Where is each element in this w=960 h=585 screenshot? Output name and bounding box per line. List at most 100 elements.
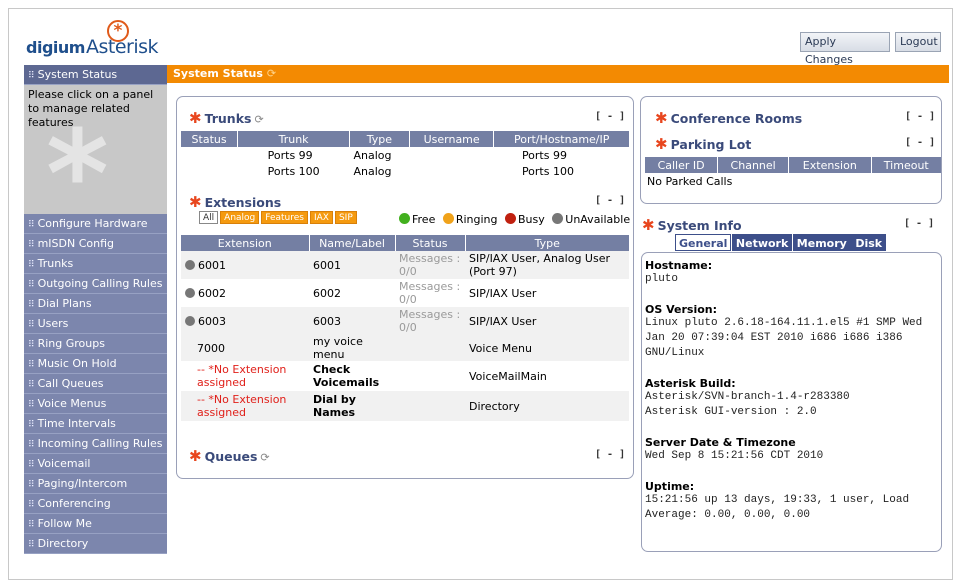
table-row: -- *No Extension assigned Check Voicemail…	[181, 361, 629, 391]
refresh-icon[interactable]: ⟳	[267, 67, 276, 80]
column-header: Extension	[181, 235, 310, 251]
sidebar-item-misdn-config[interactable]: ⠿ mISDN Config	[24, 234, 167, 254]
column-header: Type	[349, 131, 410, 147]
table-row: Ports 100 Analog Ports 100	[181, 163, 629, 179]
column-header: Port/Hostname/IP	[493, 131, 629, 147]
status-cell: Messages : 0/0	[399, 280, 461, 306]
extension-cell: 6003	[181, 307, 309, 335]
column-header: Type	[465, 235, 629, 251]
type-cell: VoiceMailMain	[469, 369, 547, 383]
filter-features[interactable]: Features	[261, 211, 308, 224]
table-cell	[409, 147, 494, 163]
filter-sip[interactable]: SIP	[334, 211, 357, 224]
type-cell: Directory	[465, 391, 629, 421]
table-row: 6001 6001 Messages : 0/0 SIP/IAX User, Anal…	[181, 251, 629, 279]
filter-analog[interactable]: Analog	[220, 211, 260, 224]
name-cell: Dial by Names	[309, 391, 395, 421]
sidebar-item-incoming-calling-rules[interactable]: ⠿ Incoming Calling Rules	[24, 434, 167, 454]
asterisk-build-value: Asterisk/SVN-branch-1.4-r283380	[645, 391, 850, 403]
tab-memory[interactable]: Memory	[792, 234, 851, 251]
extension-cell: -- *No Extension assigned	[197, 363, 287, 389]
asterisk-icon: ✱	[189, 109, 202, 127]
refresh-icon[interactable]: ⟳	[254, 113, 263, 126]
grid-icon: ⠿	[28, 320, 35, 330]
gui-version-value: Asterisk GUI-version : 2.0	[645, 406, 817, 418]
queues-title: ✱ Queues ⟳	[189, 447, 270, 465]
ringing-dot-icon	[442, 213, 454, 224]
sidebar: ⠿ System Status Please click on a panel t…	[24, 65, 167, 565]
trunks-table: Status Trunk Type Username Port/Hostname/IP …	[181, 131, 629, 179]
sidebar-item-trunks[interactable]: ⠿ Trunks	[24, 254, 167, 274]
filter-all[interactable]: All	[199, 211, 219, 224]
tab-general[interactable]: General	[675, 234, 732, 251]
sysinfo-header: ✱ System Info [ - ] General Network Memor…	[640, 212, 942, 252]
table-cell: Analog	[353, 148, 392, 162]
table-row: -- *No Extension assigned Dial by Names Di…	[181, 391, 629, 421]
name-cell: Check Voicemails	[313, 363, 380, 389]
sidebar-item-ring-groups[interactable]: ⠿ Ring Groups	[24, 334, 167, 354]
name-cell: my voice menu	[309, 335, 395, 361]
sidebar-item-conferencing[interactable]: ⠿ Conferencing	[24, 494, 167, 514]
trunks-collapse-toggle[interactable]: [ - ]	[595, 111, 625, 122]
sidebar-item-dial-plans[interactable]: ⠿ Dial Plans	[24, 294, 167, 314]
grid-icon: ⠿	[28, 520, 35, 530]
sidebar-item-voice-menus[interactable]: ⠿ Voice Menus	[24, 394, 167, 414]
table-cell	[409, 163, 494, 179]
status-cell	[395, 391, 465, 421]
extensions-collapse-toggle[interactable]: [ - ]	[595, 195, 625, 206]
server-date-value: Wed Sep 8 15:21:56 CDT 2010	[645, 450, 824, 462]
tab-disk[interactable]: Disk	[851, 234, 887, 251]
column-header: Status	[395, 235, 466, 251]
asterisk-icon: ✱	[655, 109, 668, 127]
apply-changes-button[interactable]: Apply Changes	[800, 32, 890, 66]
sidebar-item-follow-me[interactable]: ⠿ Follow Me	[24, 514, 167, 534]
sidebar-item-system-status[interactable]: ⠿ System Status	[24, 65, 167, 85]
grid-icon: ⠿	[28, 360, 35, 370]
asterisk-watermark-icon: *	[46, 106, 109, 215]
sysinfo-collapse-toggle[interactable]: [ - ]	[904, 218, 934, 229]
sidebar-item-directory[interactable]: ⠿ Directory	[24, 534, 167, 554]
unavailable-status-icon	[185, 315, 195, 326]
parking-collapse-toggle[interactable]: [ - ]	[905, 137, 935, 148]
queues-collapse-toggle[interactable]: [ - ]	[595, 449, 625, 460]
os-version-value: Linux pluto 2.6.18-164.11.1.el5 #1 SMP W…	[645, 317, 923, 359]
sidebar-item-users[interactable]: ⠿ Users	[24, 314, 167, 334]
grid-icon: ⠿	[28, 500, 35, 510]
sidebar-item-paging-intercom[interactable]: ⠿ Paging/Intercom	[24, 474, 167, 494]
grid-icon: ⠿	[28, 400, 35, 410]
busy-dot-icon	[505, 213, 517, 224]
table-row: Ports 99 Analog Ports 99	[181, 147, 629, 163]
conference-collapse-toggle[interactable]: [ - ]	[905, 111, 935, 122]
type-cell: SIP/IAX User	[465, 307, 629, 335]
column-header: Name/Label	[309, 235, 396, 251]
extension-filters: All Analog Features IAX SIP	[199, 211, 359, 225]
filter-iax[interactable]: IAX	[309, 211, 333, 224]
column-header: Caller ID	[645, 157, 719, 173]
column-header: Trunk	[237, 131, 350, 147]
logout-button[interactable]: Logout	[895, 32, 941, 52]
parking-empty: No Parked Calls	[647, 174, 733, 188]
sidebar-item-outgoing-calling-rules[interactable]: ⠿ Outgoing Calling Rules	[24, 274, 167, 294]
grid-icon: ⠿	[28, 540, 35, 550]
tab-network[interactable]: Network	[731, 234, 793, 251]
table-cell: Ports 100	[267, 164, 320, 178]
status-panel-left: ✱ Trunks ⟳ [ - ] Status Trunk Type Username Po…	[176, 96, 634, 479]
status-cell: Messages : 0/0	[395, 307, 465, 335]
grid-icon: ⠿	[28, 460, 35, 470]
type-cell: SIP/IAX User, Analog User (Port 97)	[465, 251, 629, 279]
sidebar-item-music-on-hold[interactable]: ⠿ Music On Hold	[24, 354, 167, 374]
sidebar-nav-list: ⠿ Configure Hardware ⠿ mISDN Config ⠿ Trunks ⠿…	[24, 214, 167, 554]
status-legend: Free Ringing Busy UnAvailable	[395, 213, 630, 226]
grid-icon: ⠿	[28, 240, 35, 250]
column-header: Timeout	[871, 157, 941, 173]
sidebar-item-voicemail[interactable]: ⠿ Voicemail	[24, 454, 167, 474]
table-cell	[181, 147, 238, 163]
sidebar-item-time-intervals[interactable]: ⠿ Time Intervals	[24, 414, 167, 434]
name-cell: 6003	[309, 307, 395, 335]
refresh-icon[interactable]: ⟳	[260, 451, 269, 464]
sidebar-item-call-queues[interactable]: ⠿ Call Queues	[24, 374, 167, 394]
asterisk-icon: ✱	[642, 216, 655, 234]
sidebar-item-configure-hardware[interactable]: ⠿ Configure Hardware	[24, 214, 167, 234]
grid-icon: ⠿	[28, 340, 35, 350]
extension-cell: 6001	[181, 251, 309, 279]
